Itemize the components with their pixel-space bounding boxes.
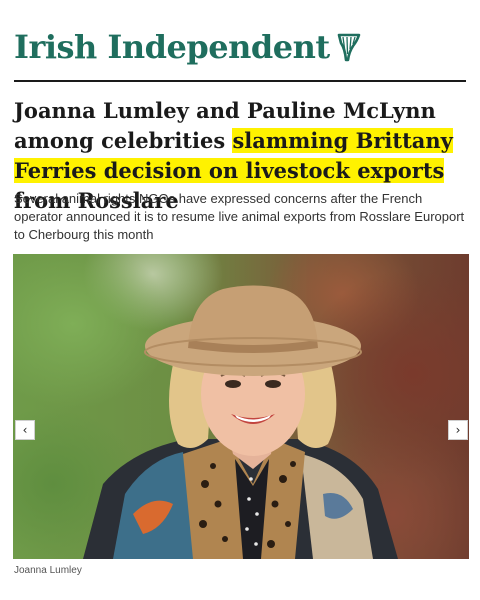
masthead-divider xyxy=(14,80,466,82)
gallery-photo xyxy=(83,285,398,559)
image-caption: Joanna Lumley xyxy=(14,565,82,576)
brand-logo-text[interactable]: Irish Independent xyxy=(14,31,330,63)
image-gallery[interactable] xyxy=(13,254,469,559)
article-standfirst: Several animal rights NGOs have expresse… xyxy=(14,191,465,242)
chevron-left-icon: ‹ xyxy=(22,423,28,437)
harp-icon xyxy=(336,32,362,62)
gallery-next-button[interactable]: › xyxy=(448,420,468,440)
article-page: Irish Independent Joanna Lumley and Paul… xyxy=(0,0,480,600)
chevron-right-icon: › xyxy=(455,423,461,437)
gallery-prev-button[interactable]: ‹ xyxy=(15,420,35,440)
masthead[interactable]: Irish Independent xyxy=(14,24,466,70)
